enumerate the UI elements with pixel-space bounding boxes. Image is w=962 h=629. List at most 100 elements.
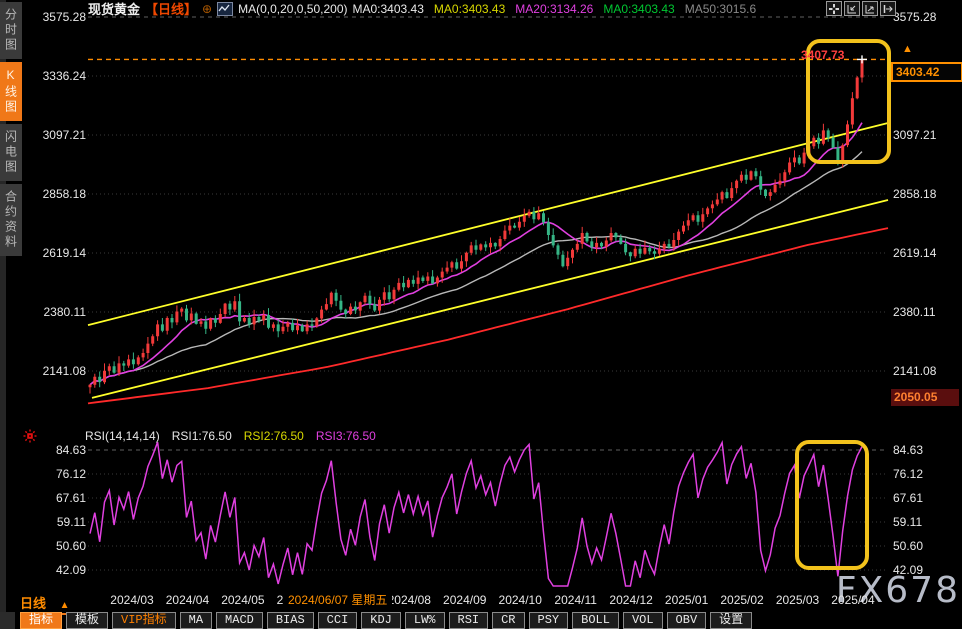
crosshair-date-tooltip: 2024/06/07 星期五 [283, 592, 392, 609]
tab-cr[interactable]: CR [492, 612, 524, 629]
x-axis-month-label: 2024/03 [110, 593, 153, 607]
price-axis-label-right: 2858.18 [893, 187, 949, 201]
last-price-badge: 3403.42 [891, 62, 962, 82]
toolbar-corner-block [0, 612, 15, 629]
price-axis-label-left: 3336.24 [30, 69, 86, 83]
chart-toolbar-icons [826, 1, 896, 16]
x-axis-month-label: 2024/11 [554, 593, 597, 607]
tab-template[interactable]: 模板 [66, 612, 108, 629]
tab-settings[interactable]: 设置 [710, 612, 752, 629]
rsi3-value: RSI3:76.50 [316, 429, 376, 443]
ma-value-label: MA0:3403.43 [353, 2, 424, 16]
rsi-title: RSI(14,14,14) [85, 429, 160, 443]
x-axis-month-label: 2025/04 [831, 593, 874, 607]
ma-value-label: MA50:3015.6 [685, 2, 756, 16]
tab-boll[interactable]: BOLL [572, 612, 619, 629]
tab-rsi[interactable]: RSI [449, 612, 489, 629]
trend-channel-lower [92, 200, 888, 398]
indicator-toolbar: 指标模板VIP指标MAMACDBIASCCIKDJLW%RSICR PSYBOLL… [20, 612, 752, 629]
sidebar-tab-time-chart[interactable]: 分时图 [0, 2, 22, 59]
dropup-arrow-icon: ▲ [60, 600, 70, 611]
ma-value-label: MA0:3403.43 [603, 2, 674, 16]
tab-lw[interactable]: LW% [405, 612, 445, 629]
ma-value-label: MA20:3134.26 [515, 2, 593, 16]
chart-type-sidebar: 分时图 K线图闪电图合约资料 [0, 2, 22, 259]
x-axis-month-label: 2025/03 [776, 593, 819, 607]
ma-values: MA0:3403.43MA0:3403.43MA20:3134.26MA0:34… [353, 2, 757, 16]
price-axis-label-right: 3575.28 [893, 10, 949, 24]
last-price-tick [857, 55, 867, 63]
tab-cci[interactable]: CCI [318, 612, 358, 629]
trend-channel-upper [88, 123, 888, 325]
price-axis-label-left: 2619.14 [30, 246, 86, 260]
trading-app-window: FX678 分时图K线图闪电图合约资料 现货黄金 【日线】 ⊕ MA(0,0,2… [0, 0, 962, 629]
price-axis-label-left: 3575.28 [30, 10, 86, 24]
sidebar-tab-flash-chart[interactable]: 闪电图 [0, 124, 22, 181]
x-axis-month-label: 2024/10 [499, 593, 542, 607]
candle-wicks-up [90, 58, 862, 393]
price-axis-label-left: 2141.08 [30, 364, 86, 378]
price-axis-label-left: 2380.11 [30, 305, 86, 319]
price-axis-label-right: 2619.14 [893, 246, 949, 260]
x-axis-month-label: 2025/02 [720, 593, 763, 607]
rsi-line [90, 442, 862, 586]
chart-header: 现货黄金 【日线】 ⊕ MA(0,0,20,0,50,200) MA0:3403… [88, 1, 756, 16]
rsi-axis-label-right: 67.61 [893, 491, 949, 505]
rsi-axis-label-right: 50.60 [893, 539, 949, 553]
indicator-chart-icon[interactable] [217, 2, 233, 16]
tab-vol[interactable]: VOL [623, 612, 663, 629]
price-axis-label-left: 3097.21 [30, 128, 86, 142]
pan-right-icon[interactable] [880, 1, 896, 16]
rsi-axis-label-left: 50.60 [30, 539, 86, 553]
x-axis-month-label: 2024/08 [388, 593, 431, 607]
tab-psy[interactable]: PSY [529, 612, 569, 629]
highlight-box [797, 442, 867, 568]
period-tag: 【日线】 [145, 0, 197, 18]
chart-canvas[interactable] [0, 0, 962, 629]
rsi-axis-label-left: 42.09 [30, 563, 86, 577]
tab-ma[interactable]: MA [180, 612, 212, 629]
sidebar-tab-kline-chart[interactable]: K线图 [0, 62, 22, 121]
price-up-arrow-icon: ▲ [902, 43, 913, 55]
rsi-axis-label-right: 59.11 [893, 515, 949, 529]
session-high-label: 3407.73 [801, 48, 844, 62]
crosshair-tool-icon[interactable] [826, 1, 842, 16]
rsi2-value: RSI2:76.50 [244, 429, 304, 443]
tab-bias[interactable]: BIAS [267, 612, 314, 629]
ma-settings-label: MA(0,0,20,0,50,200) [238, 2, 347, 16]
x-axis-month-label: 2024/05 [221, 593, 264, 607]
add-indicator-icon[interactable]: ⊕ [202, 2, 212, 16]
rsi-axis-label-right: 42.09 [893, 563, 949, 577]
period-low-badge: 2050.05 [891, 389, 959, 406]
tab-indicator[interactable]: 指标 [20, 612, 62, 629]
price-axis-label-right: 3097.21 [893, 128, 949, 142]
tab-vip-indicator[interactable]: VIP指标 [112, 612, 176, 629]
rsi-axis-label-right: 76.12 [893, 467, 949, 481]
candle-wicks-down [100, 128, 838, 387]
sidebar-tab-contract-info[interactable]: 合约资料 [0, 184, 22, 256]
x-axis-month-label: 2024/09 [443, 593, 486, 607]
rsi-axis-label-left: 67.61 [30, 491, 86, 505]
candle-bodies-down [98, 130, 839, 382]
symbol-name: 现货黄金 [88, 0, 140, 18]
rsi-header: RSI(14,14,14) RSI1:76.50 RSI2:76.50 RSI3… [85, 429, 376, 443]
x-axis-month-label: 2025/01 [665, 593, 708, 607]
price-axis-label-left: 2858.18 [30, 187, 86, 201]
rsi-axis-label-left: 59.11 [30, 515, 86, 529]
indicator-settings-icon[interactable] [23, 429, 37, 443]
rsi1-value: RSI1:76.50 [172, 429, 232, 443]
tab-obv[interactable]: OBV [667, 612, 707, 629]
price-axis-label-right: 2141.08 [893, 364, 949, 378]
zoom-out-icon[interactable] [844, 1, 860, 16]
rsi-axis-label-left: 76.12 [30, 467, 86, 481]
ma50-line [90, 152, 862, 385]
x-axis-month-label: 2024/12 [609, 593, 652, 607]
x-axis-month-label: 2024/04 [166, 593, 209, 607]
timeframe-label: 日线 [20, 596, 46, 611]
price-axis-label-right: 2380.11 [893, 305, 949, 319]
tab-macd[interactable]: MACD [216, 612, 263, 629]
rsi-axis-label-left: 84.63 [30, 443, 86, 457]
tab-kdj[interactable]: KDJ [361, 612, 401, 629]
zoom-in-icon[interactable] [862, 1, 878, 16]
candle-bodies-up [89, 60, 864, 388]
